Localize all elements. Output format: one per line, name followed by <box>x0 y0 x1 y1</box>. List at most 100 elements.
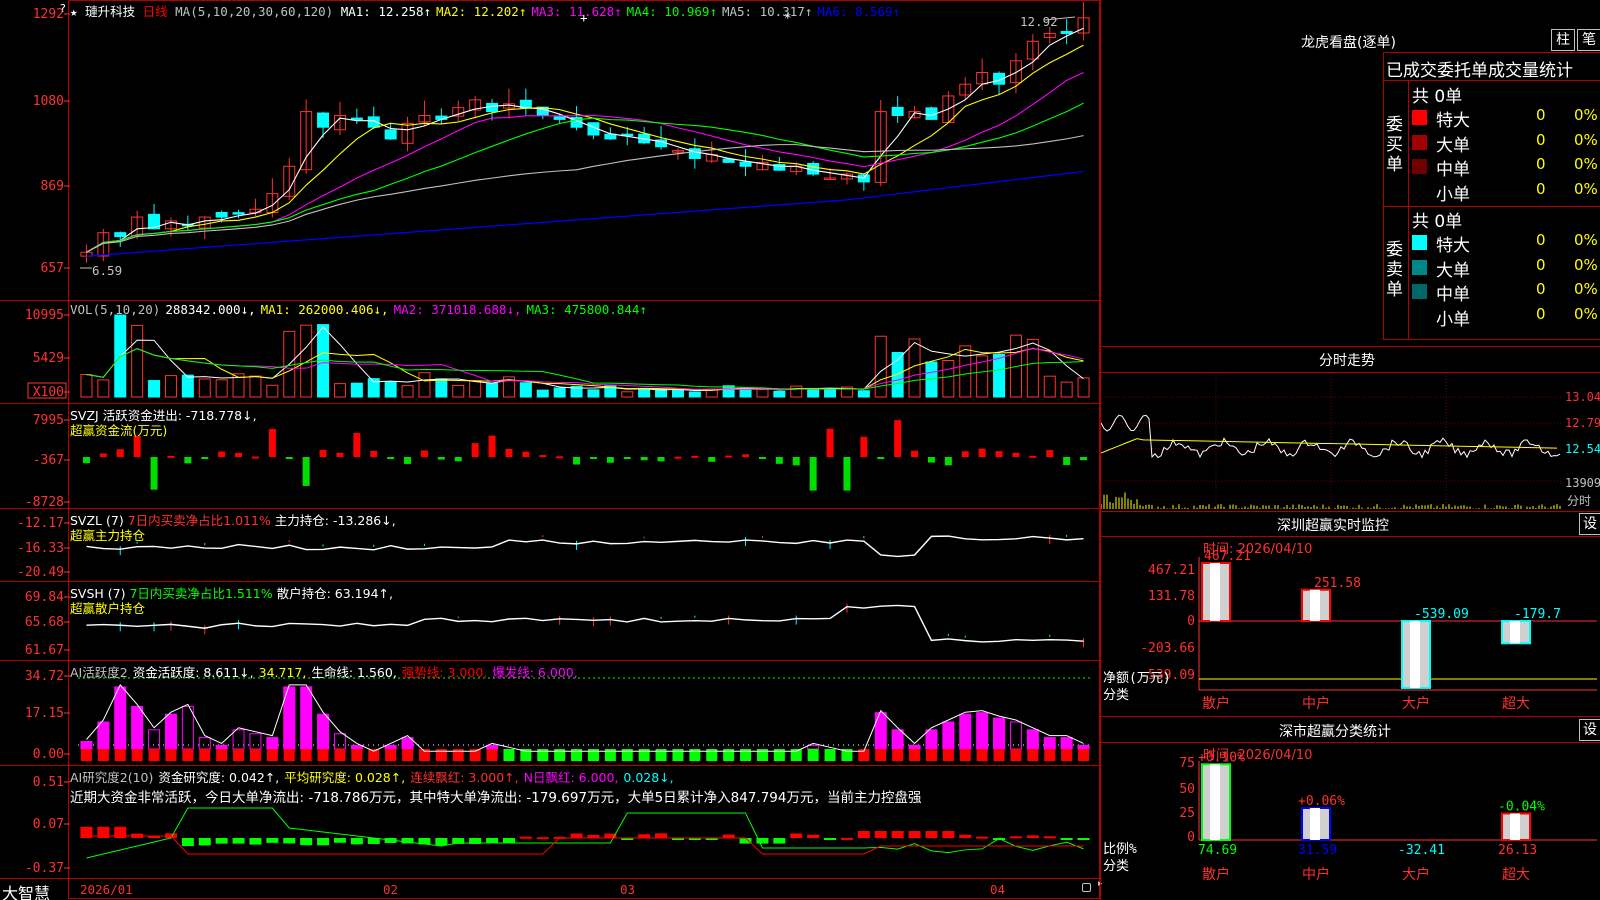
svzj-subtitle: 超赢资金流(万元) <box>70 423 168 438</box>
volume-bar <box>790 385 803 398</box>
flow-bar <box>995 451 1003 457</box>
research-bar <box>739 838 752 844</box>
activity-base <box>892 749 904 761</box>
flow-bar <box>505 448 513 457</box>
flow-bar <box>1029 455 1037 458</box>
tab-tick-view[interactable]: 笔 <box>1577 29 1600 51</box>
research-bar <box>570 833 583 838</box>
research-bar <box>942 831 955 838</box>
vol-item-4: MA3: 475800.844↑ <box>526 302 647 317</box>
activity-base <box>402 749 414 761</box>
activity-bar <box>181 705 194 750</box>
tab-bar-view[interactable]: 柱 <box>1551 29 1575 51</box>
candle-body <box>384 129 397 140</box>
activity-bar <box>1043 737 1056 750</box>
research-bar <box>824 838 837 840</box>
activity-bar <box>891 729 904 750</box>
volume-bar <box>333 383 346 398</box>
ai2-header: AI研究度2(10) 资金研究度: 0.042↑, 平均研究度: 0.028↑, 连续… <box>70 767 679 786</box>
ai2-item-0: AI研究度2(10) <box>70 770 154 785</box>
activity-bar <box>114 686 127 750</box>
monitor-settings-button[interactable]: 设 <box>1579 513 1600 535</box>
favorite-star-icon[interactable]: ★ <box>70 4 78 19</box>
activity-base <box>875 749 887 761</box>
research-bar <box>790 833 803 838</box>
classify-top-label: +0.10% <box>1198 750 1245 765</box>
research-bar <box>807 834 820 838</box>
svsh-value: 散户持仓: 63.194↑, <box>276 586 393 601</box>
flow-bar <box>961 451 969 457</box>
svzl-ratio: 7日内买卖净占比1.011% <box>127 513 271 528</box>
candle-body <box>114 232 127 238</box>
flow-bar <box>235 452 243 457</box>
volume-bar <box>621 391 634 398</box>
date-label-feb: 02 <box>383 882 399 897</box>
period-label[interactable]: 日线 <box>143 4 168 19</box>
activity-base <box>266 749 278 761</box>
activity-base <box>1078 749 1090 761</box>
date-label-mar: 03 <box>620 882 636 897</box>
activity-bar <box>1077 744 1090 750</box>
flow-bar <box>843 457 851 491</box>
classify-bar-highlight <box>1310 807 1320 840</box>
candle-body <box>891 106 904 116</box>
flow-bar <box>302 457 310 486</box>
svsh-ratio: 7日内买卖净占比1.511% <box>129 586 273 601</box>
order-count: 0 <box>1536 231 1546 249</box>
monitor-axis-label: 0 <box>1187 614 1195 629</box>
ma-params: MA(5,10,20,30,60,120) <box>175 4 334 19</box>
flow-bar <box>319 449 327 457</box>
chart-area[interactable]: 12921080869657109955429X1007995-367-8728… <box>0 0 1100 900</box>
order-count: 0 <box>1536 155 1546 173</box>
axis-label-ai1: 17.15 <box>25 706 64 721</box>
svsh-subtitle: 超赢散户持仓 <box>70 601 146 616</box>
volume-bar <box>266 384 279 398</box>
monitor-bar-highlight <box>1210 563 1220 621</box>
order-swatch <box>1412 134 1427 150</box>
order-swatch <box>1412 259 1427 275</box>
volume-bar <box>164 375 177 398</box>
intraday-axis-low: 12.54 <box>1565 442 1600 456</box>
stock-name: 璉升科技 <box>85 4 136 19</box>
candle-body <box>215 211 228 218</box>
flow-bar <box>944 457 952 466</box>
volume-bar <box>80 374 93 398</box>
flow-bar <box>99 453 107 457</box>
flow-bar <box>251 456 259 459</box>
research-bar <box>283 838 296 844</box>
date-label-apr: 04 <box>990 882 1006 897</box>
flow-bar <box>911 450 919 457</box>
order-stats-title: 已成交委托单成交量统计 <box>1386 61 1573 81</box>
activity-base <box>216 749 228 761</box>
activity-base <box>300 749 312 761</box>
flow-bar <box>437 457 445 460</box>
flow-bar <box>927 457 935 463</box>
flow-bar <box>116 449 124 457</box>
flow-bar <box>370 450 378 457</box>
order-pct: 0% <box>1574 231 1598 249</box>
flow-bar <box>978 448 986 457</box>
classify-category: 超大 <box>1502 867 1530 883</box>
vol-item-2: MA1: 262000.406↓, <box>260 302 389 317</box>
activity-bar <box>266 737 279 750</box>
svzl-subtitle: 超赢主力持仓 <box>70 528 146 543</box>
flow-bar <box>184 457 192 464</box>
brand-logo[interactable]: 大智慧 <box>2 880 50 900</box>
classify-bar-highlight <box>1210 764 1220 840</box>
lock-icon[interactable] <box>1082 883 1091 892</box>
help-icon[interactable]: ? <box>60 2 66 15</box>
order-pct: 0% <box>1574 255 1598 274</box>
monitor-chart: 467.21 131.78 0 -203.66 -539.09 467.21 251.58 -… <box>1103 549 1597 712</box>
order-pct: 0% <box>1574 280 1598 298</box>
flow-bar <box>589 457 597 459</box>
activity-bar <box>908 744 921 750</box>
intraday-chart[interactable] <box>1101 373 1600 511</box>
classify-bottom-label: 74.69 <box>1198 843 1237 858</box>
volume-bar <box>300 324 313 398</box>
candle-body <box>604 133 617 140</box>
volume-bar <box>773 390 786 398</box>
classify-bottom-label: 26.13 <box>1498 843 1537 858</box>
classify-settings-button[interactable]: 设 <box>1579 719 1600 741</box>
research-bar <box>722 834 735 838</box>
order-count: 0 <box>1536 304 1546 323</box>
